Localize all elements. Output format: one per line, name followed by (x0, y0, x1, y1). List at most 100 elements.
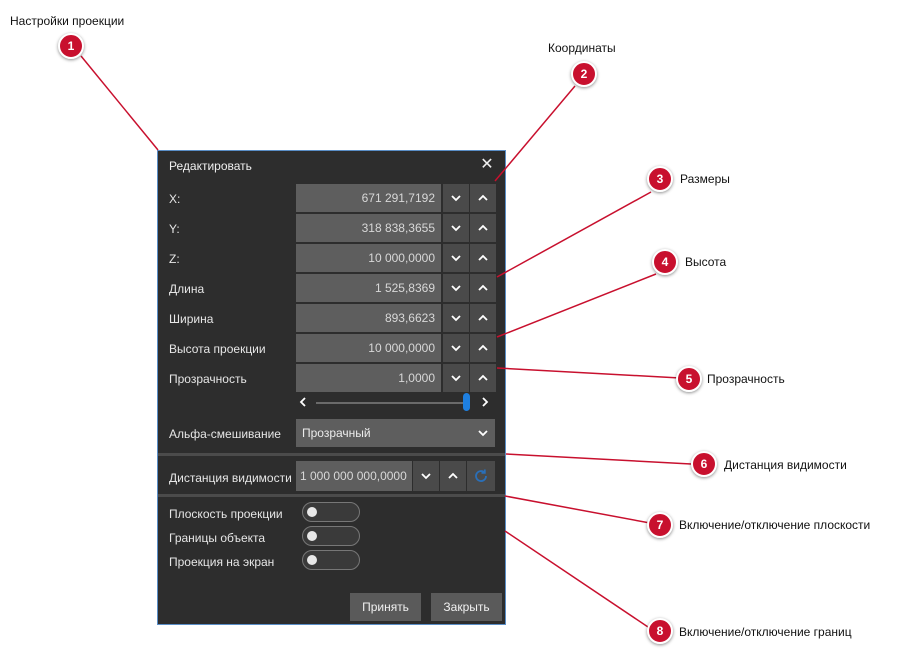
accept-button[interactable]: Принять (350, 593, 421, 621)
chevron-up-icon (478, 194, 488, 201)
blend-label: Альфа-смешивание (169, 427, 281, 441)
edit-dialog: Редактировать ✕ X: 671 291,7192 Y: 318 8… (157, 150, 506, 625)
visibility-input[interactable]: 1 000 000 000,0000 (296, 461, 412, 491)
field-label-z: Z: (169, 252, 180, 266)
toggle-knob (307, 507, 317, 517)
opacity-increment-button[interactable] (470, 364, 496, 392)
x-increment-button[interactable] (470, 184, 496, 212)
opacity-input[interactable]: 1,0000 (296, 364, 441, 392)
annotation-label-6: Дистанция видимости (724, 458, 847, 472)
divider (158, 494, 505, 497)
chevron-up-icon (478, 344, 488, 351)
chevron-up-icon (448, 472, 458, 479)
slider-thumb[interactable] (462, 393, 470, 411)
width-decrement-button[interactable] (443, 304, 469, 332)
length-increment-button[interactable] (470, 274, 496, 302)
annotation-badge-8: 8 (647, 618, 673, 644)
x-input[interactable]: 671 291,7192 (296, 184, 441, 212)
leader-line-1 (80, 55, 159, 151)
annotation-label-7: Включение/отключение плоскости (679, 518, 871, 532)
z-increment-button[interactable] (470, 244, 496, 272)
annotation-badge-7: 7 (647, 512, 673, 538)
leader-line-4 (496, 273, 657, 338)
chevron-up-icon (478, 254, 488, 261)
z-input[interactable]: 10 000,0000 (296, 244, 441, 272)
refresh-icon (475, 469, 487, 482)
field-row-opacity: Прозрачность 1,0000 (158, 364, 505, 392)
slider-track[interactable] (316, 402, 466, 404)
chevron-down-icon (478, 430, 488, 437)
y-input[interactable]: 318 838,3655 (296, 214, 441, 242)
opacity-slider (296, 391, 496, 413)
leader-line-5 (496, 367, 681, 379)
chevron-left-icon (299, 397, 306, 407)
chevron-up-icon (478, 374, 488, 381)
width-input[interactable]: 893,6623 (296, 304, 441, 332)
chevron-right-icon (482, 397, 489, 407)
chevron-down-icon (451, 345, 461, 352)
field-row-z: Z: 10 000,0000 (158, 244, 505, 272)
toggle-row-projection-plane: Плоскость проекции (158, 502, 505, 524)
chevron-down-icon (421, 473, 431, 480)
screen-projection-toggle[interactable] (302, 550, 360, 570)
object-bounds-toggle[interactable] (302, 526, 360, 546)
annotation-badge-3: 3 (647, 166, 673, 192)
annotation-badge-1: 1 (58, 33, 84, 59)
annotation-badge-6: 6 (691, 451, 717, 477)
field-row-x: X: 671 291,7192 (158, 184, 505, 212)
visibility-decrement-button[interactable] (413, 461, 439, 491)
leader-line-2 (494, 85, 576, 182)
z-decrement-button[interactable] (443, 244, 469, 272)
opacity-decrement-button[interactable] (443, 364, 469, 392)
field-label-projection-height: Высота проекции (169, 342, 266, 356)
annotation-label-1: Настройки проекции (10, 14, 125, 28)
field-row-length: Длина 1 525,8369 (158, 274, 505, 302)
visibility-increment-button[interactable] (440, 461, 466, 491)
field-row-projection-height: Высота проекции 10 000,0000 (158, 334, 505, 362)
toggle-label-projection-plane: Плоскость проекции (169, 507, 283, 521)
annotation-label-5: Прозрачность (707, 372, 785, 386)
toggle-knob (307, 555, 317, 565)
leader-line-3 (496, 191, 652, 278)
leader-line-6 (505, 453, 692, 465)
annotation-badge-4: 4 (652, 249, 678, 275)
chevron-up-icon (478, 284, 488, 291)
dialog-title: Редактировать (169, 159, 252, 173)
y-decrement-button[interactable] (443, 214, 469, 242)
visibility-reset-button[interactable] (467, 461, 495, 491)
field-label-x: X: (169, 192, 181, 206)
slider-left-button[interactable] (296, 395, 310, 409)
toggle-label-object-bounds: Границы объекта (169, 531, 266, 545)
toggle-knob (307, 531, 317, 541)
chevron-down-icon (451, 315, 461, 322)
chevron-down-icon (451, 195, 461, 202)
projection-height-decrement-button[interactable] (443, 334, 469, 362)
annotation-badge-5: 5 (676, 366, 702, 392)
x-decrement-button[interactable] (443, 184, 469, 212)
length-decrement-button[interactable] (443, 274, 469, 302)
annotation-badge-2: 2 (571, 61, 597, 87)
length-input[interactable]: 1 525,8369 (296, 274, 441, 302)
chevron-down-icon (451, 375, 461, 382)
field-label-opacity: Прозрачность (169, 372, 247, 386)
projection-plane-toggle[interactable] (302, 502, 360, 522)
field-label-y: Y: (169, 222, 180, 236)
slider-right-button[interactable] (478, 395, 492, 409)
projection-height-increment-button[interactable] (470, 334, 496, 362)
leader-line-7 (504, 495, 651, 524)
y-increment-button[interactable] (470, 214, 496, 242)
annotation-label-8: Включение/отключение границ (679, 625, 852, 639)
chevron-down-icon (451, 225, 461, 232)
annotation-label-3: Размеры (680, 172, 730, 186)
divider (158, 453, 505, 456)
blend-select-value: Прозрачный (302, 426, 371, 440)
blend-select[interactable]: Прозрачный (296, 419, 495, 447)
annotation-label-4: Высота (685, 255, 727, 269)
close-button[interactable]: Закрыть (431, 593, 502, 621)
projection-height-input[interactable]: 10 000,0000 (296, 334, 441, 362)
visibility-label: Дистанция видимости (169, 471, 292, 485)
width-increment-button[interactable] (470, 304, 496, 332)
annotation-label-2: Координаты (548, 41, 616, 55)
close-icon[interactable]: ✕ (479, 157, 495, 173)
chevron-up-icon (478, 314, 488, 321)
